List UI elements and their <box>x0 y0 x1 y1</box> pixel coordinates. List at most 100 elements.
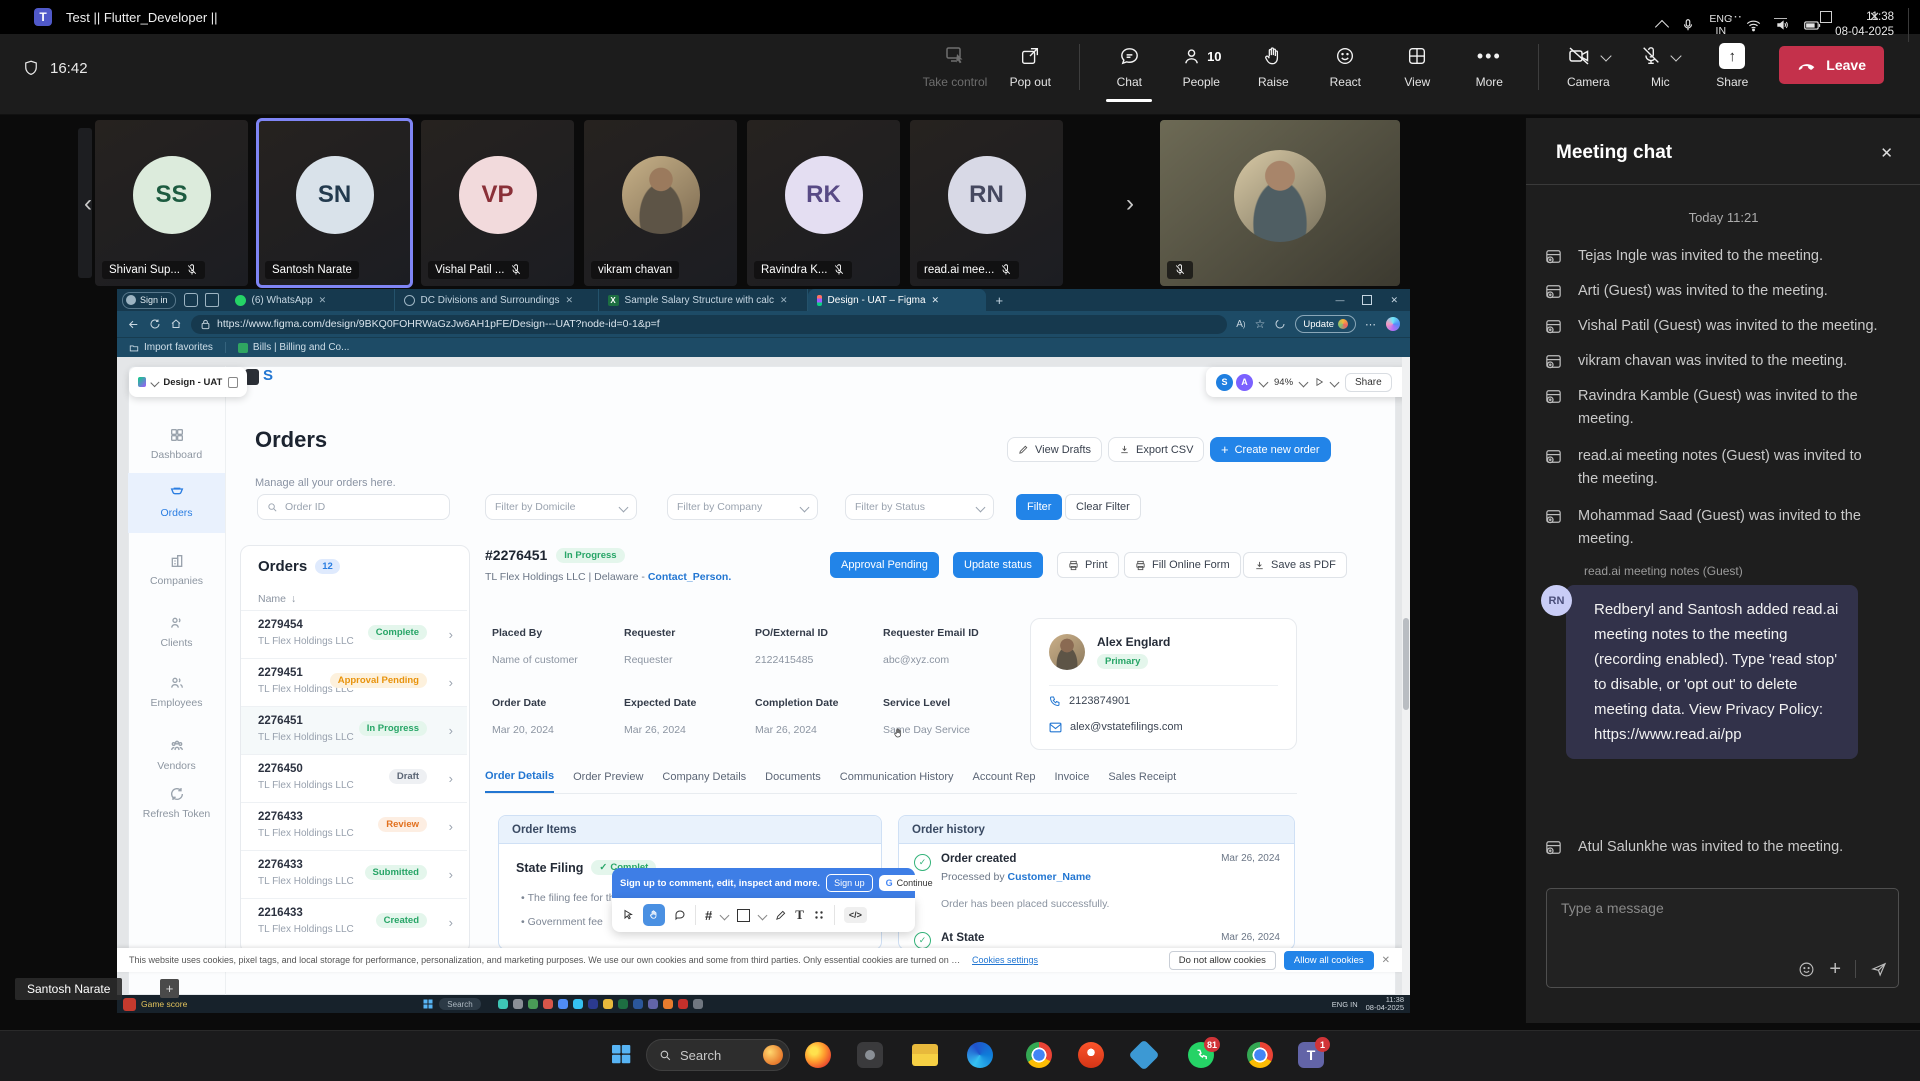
more-button[interactable]: ••• More <box>1456 40 1522 93</box>
browser-close-icon[interactable]: ✕ <box>1390 295 1398 306</box>
present-chevron-icon[interactable] <box>1330 377 1340 387</box>
react-button[interactable]: React <box>1312 40 1378 93</box>
tab-close-icon[interactable]: ✕ <box>319 295 327 306</box>
text-tool-icon[interactable]: T <box>795 907 804 923</box>
browser-tab-whatsapp[interactable]: (6) WhatsApp✕ <box>226 289 395 311</box>
collaborator-avatar[interactable]: S <box>1216 374 1233 391</box>
chevron-down-icon[interactable] <box>758 910 768 920</box>
update-status-button[interactable]: Update status <box>953 552 1043 578</box>
browser-menu-icon[interactable]: ⋯ <box>1365 318 1377 331</box>
camera-options-chevron-icon[interactable] <box>1601 50 1612 61</box>
sidebar-item-dashboard[interactable]: Dashboard <box>128 427 225 461</box>
shared-app-icon[interactable] <box>543 999 553 1009</box>
presenter-pin-icon[interactable]: + <box>160 979 179 998</box>
pop-out-button[interactable]: Pop out <box>997 40 1063 93</box>
tab-close-icon[interactable]: ✕ <box>566 295 574 306</box>
scrollbar-thumb[interactable] <box>1403 618 1409 710</box>
browser-signin-button[interactable]: Sign in <box>122 292 176 309</box>
sidebar-item-refresh-token[interactable]: Refresh Token <box>128 786 225 820</box>
volume-icon[interactable] <box>1775 18 1790 32</box>
collaborators-chevron-icon[interactable] <box>1259 377 1269 387</box>
video-tile-vikram[interactable]: vikram chavan <box>584 120 737 286</box>
sidebar-item-orders[interactable]: Orders <box>128 485 225 519</box>
tiles-scroll-left-icon[interactable]: ‹ <box>84 192 92 216</box>
sidebar-item-vendors[interactable]: Vendors <box>128 738 225 772</box>
order-row[interactable]: 2216433TL Flex Holdings LLC Created› <box>241 898 467 946</box>
figma-menu-icon[interactable] <box>138 377 146 387</box>
tiles-scroll-right-icon[interactable]: › <box>1126 192 1134 216</box>
widget-game-score[interactable]: Game score <box>141 999 187 1009</box>
tab-invoice[interactable]: Invoice <box>1054 771 1089 792</box>
browser-maximize-icon[interactable] <box>1362 295 1372 305</box>
shared-app-icon[interactable] <box>678 999 688 1009</box>
zoom-chevron-icon[interactable] <box>1299 377 1309 387</box>
raise-hand-button[interactable]: Raise <box>1240 40 1306 93</box>
order-row[interactable]: 2279451TL Flex Holdings LLC Approval Pen… <box>241 658 467 706</box>
components-tool-icon[interactable] <box>813 909 825 921</box>
create-new-order-button[interactable]: + Create new order <box>1210 437 1331 462</box>
address-bar[interactable]: https://www.figma.com/design/9BKQ0FOHRWa… <box>191 315 1227 334</box>
layout-panel-icon[interactable] <box>228 377 238 388</box>
order-id-search-input[interactable]: Order ID <box>257 494 450 520</box>
figma-menu-chevron-icon[interactable] <box>150 378 159 387</box>
workspaces-icon[interactable] <box>184 293 198 307</box>
shape-tool-icon[interactable] <box>737 909 750 922</box>
frame-tool-icon[interactable]: # <box>705 908 712 923</box>
approval-pending-button[interactable]: Approval Pending <box>830 552 939 578</box>
refresh-icon[interactable] <box>149 318 161 330</box>
read-aloud-icon[interactable]: A) <box>1236 319 1245 330</box>
clear-filter-button[interactable]: Clear Filter <box>1065 494 1141 520</box>
send-icon[interactable] <box>1870 960 1888 978</box>
tab-documents[interactable]: Documents <box>765 771 821 792</box>
sidebar-item-companies[interactable]: Companies <box>128 553 225 587</box>
chat-close-icon[interactable]: ✕ <box>1880 144 1893 162</box>
sidebar-item-employees[interactable]: Employees <box>128 675 225 709</box>
export-csv-button[interactable]: Export CSV <box>1108 437 1204 462</box>
fill-online-form-button[interactable]: Fill Online Form <box>1124 552 1241 578</box>
chat-message-input[interactable] <box>1559 899 1883 917</box>
emoji-icon[interactable] <box>1798 961 1815 978</box>
brave-icon[interactable] <box>1078 1042 1104 1068</box>
order-row[interactable]: 2276433TL Flex Holdings LLC Submitted› <box>241 850 467 898</box>
browser-tab-dc-divisions[interactable]: DC Divisions and Surroundings✕ <box>395 289 599 311</box>
copilot-icon[interactable] <box>1386 317 1400 331</box>
wifi-icon[interactable] <box>1746 19 1761 32</box>
hidden-icons-chevron-icon[interactable] <box>1655 20 1669 34</box>
video-tile-shivani[interactable]: SS Shivani Sup... <box>95 120 248 286</box>
figma-share-button[interactable]: Share <box>1345 373 1392 392</box>
tab-company-details[interactable]: Company Details <box>662 771 746 792</box>
chat-input-box[interactable]: + <box>1546 888 1899 988</box>
file-explorer-icon[interactable] <box>912 1044 938 1070</box>
shared-tray-lang[interactable]: ENG IN <box>1332 1000 1358 1009</box>
tray-language[interactable]: ENG IN <box>1709 13 1732 37</box>
cookie-settings-link[interactable]: Cookies settings <box>972 955 1038 965</box>
deny-cookies-button[interactable]: Do not allow cookies <box>1169 951 1276 970</box>
print-button[interactable]: Print <box>1057 552 1119 578</box>
order-row-selected[interactable]: 2276451TL Flex Holdings LLC In Progress› <box>241 706 467 754</box>
people-button[interactable]: 10 People <box>1168 40 1234 93</box>
video-tile-readai[interactable]: RN read.ai mee... <box>910 120 1063 286</box>
name-column-header[interactable]: Name <box>258 593 286 605</box>
save-as-pdf-button[interactable]: Save as PDF <box>1243 552 1347 578</box>
customer-name-link[interactable]: Customer_Name <box>1008 871 1091 883</box>
chrome-profile-icon[interactable] <box>1247 1042 1273 1068</box>
tab-account-rep[interactable]: Account Rep <box>973 771 1036 792</box>
shared-app-icon[interactable] <box>618 999 628 1009</box>
browser-tab-figma[interactable]: Design - UAT – Figma✕ <box>808 289 986 311</box>
vertical-tabs-icon[interactable] <box>205 293 219 307</box>
attach-plus-icon[interactable]: + <box>1829 959 1841 979</box>
move-tool-icon[interactable] <box>622 909 634 921</box>
favorite-bills[interactable]: Bills | Billing and Co... <box>238 342 350 353</box>
signup-button[interactable]: Sign up <box>826 874 873 892</box>
collaborator-avatar[interactable]: A <box>1236 374 1253 391</box>
tray-mic-icon[interactable] <box>1681 17 1695 33</box>
shared-app-icon[interactable] <box>648 999 658 1009</box>
sort-desc-icon[interactable]: ↓ <box>291 593 296 605</box>
shared-app-icon[interactable] <box>693 999 703 1009</box>
tab-order-details[interactable]: Order Details <box>485 770 554 793</box>
filter-domicile-select[interactable]: Filter by Domicile <box>485 494 637 520</box>
tab-communication-history[interactable]: Communication History <box>840 771 954 792</box>
view-drafts-button[interactable]: View Drafts <box>1007 437 1102 462</box>
video-tile-vishal[interactable]: VP Vishal Patil ... <box>421 120 574 286</box>
shared-app-icon[interactable] <box>603 999 613 1009</box>
